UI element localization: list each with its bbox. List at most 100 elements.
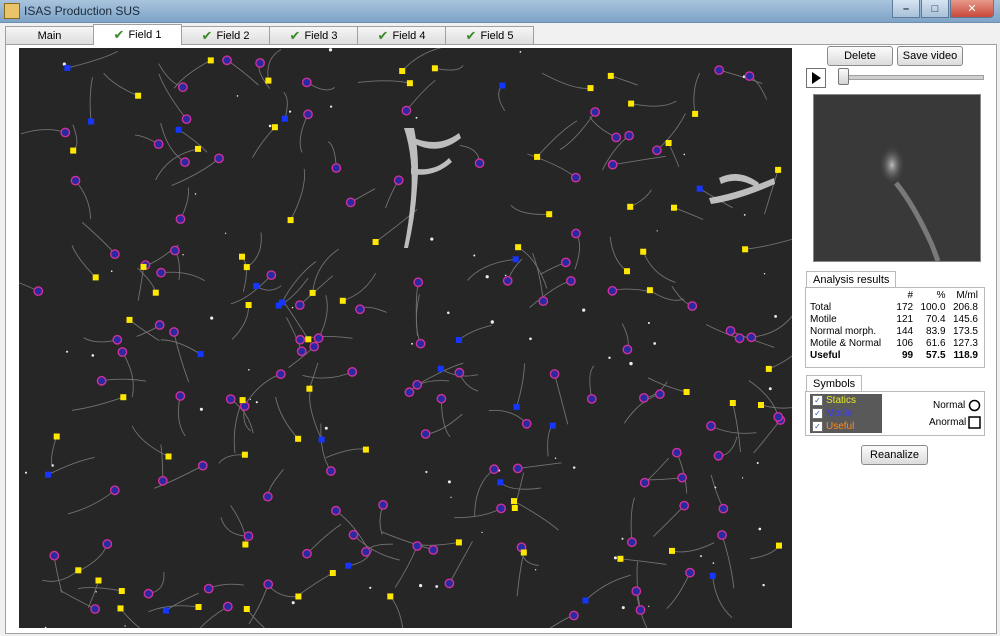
static-cell-marker[interactable] xyxy=(295,593,302,600)
useful-cell-marker[interactable] xyxy=(302,548,312,559)
static-cell-marker[interactable] xyxy=(95,577,102,584)
static-cell-marker[interactable] xyxy=(692,110,699,117)
useful-cell-marker[interactable] xyxy=(412,379,423,390)
static-cell-marker[interactable] xyxy=(195,604,202,610)
useful-cell-marker[interactable] xyxy=(301,77,312,88)
tab-analysis-results[interactable]: Analysis results xyxy=(806,271,897,288)
useful-cell-marker[interactable] xyxy=(157,475,168,486)
useful-cell-marker[interactable] xyxy=(225,394,236,404)
useful-cell-marker[interactable] xyxy=(266,270,277,281)
useful-cell-marker[interactable] xyxy=(222,55,232,66)
useful-cell-marker[interactable] xyxy=(725,325,736,336)
static-cell-marker[interactable] xyxy=(265,77,272,84)
useful-cell-marker[interactable] xyxy=(112,334,123,345)
motile-cell-marker[interactable] xyxy=(549,422,556,429)
static-cell-marker[interactable] xyxy=(765,365,772,372)
useful-cell-marker[interactable] xyxy=(496,503,506,514)
useful-cell-marker[interactable] xyxy=(420,429,431,439)
useful-cell-marker[interactable] xyxy=(404,387,415,398)
useful-cell-marker[interactable] xyxy=(677,472,687,483)
play-button[interactable] xyxy=(806,68,826,88)
static-cell-marker[interactable] xyxy=(239,253,245,260)
useful-cell-marker[interactable] xyxy=(348,529,359,540)
useful-cell-marker[interactable] xyxy=(639,477,650,488)
static-cell-marker[interactable] xyxy=(520,549,527,556)
static-cell-marker[interactable] xyxy=(70,147,77,154)
static-cell-marker[interactable] xyxy=(387,593,394,600)
useful-cell-marker[interactable] xyxy=(706,420,716,431)
useful-cell-marker[interactable] xyxy=(549,369,560,379)
motile-cell-marker[interactable] xyxy=(456,337,462,343)
useful-cell-marker[interactable] xyxy=(331,163,342,173)
useful-cell-marker[interactable] xyxy=(569,610,579,621)
static-cell-marker[interactable] xyxy=(775,166,782,173)
motile-cell-marker[interactable] xyxy=(162,607,169,614)
motile-cell-marker[interactable] xyxy=(45,471,51,478)
useful-cell-marker[interactable] xyxy=(243,531,254,541)
useful-cell-marker[interactable] xyxy=(197,460,208,471)
static-cell-marker[interactable] xyxy=(515,244,522,251)
useful-cell-marker[interactable] xyxy=(428,544,439,555)
static-cell-marker[interactable] xyxy=(431,65,438,72)
useful-cell-marker[interactable] xyxy=(181,114,192,125)
static-cell-marker[interactable] xyxy=(245,302,252,308)
useful-cell-marker[interactable] xyxy=(360,546,371,557)
useful-cell-marker[interactable] xyxy=(239,401,250,412)
useful-cell-marker[interactable] xyxy=(571,228,581,239)
symbol-motile[interactable]: ✓ Motile xyxy=(810,407,882,420)
motile-cell-marker[interactable] xyxy=(696,185,703,192)
tab-field-4[interactable]: ✔ Field 4 xyxy=(357,26,446,45)
useful-cell-marker[interactable] xyxy=(607,159,618,170)
static-cell-marker[interactable] xyxy=(53,433,60,440)
tab-symbols[interactable]: Symbols xyxy=(806,375,863,392)
useful-cell-marker[interactable] xyxy=(744,71,755,82)
useful-cell-marker[interactable] xyxy=(222,601,233,612)
useful-cell-marker[interactable] xyxy=(671,447,682,458)
static-cell-marker[interactable] xyxy=(617,555,624,562)
save-video-button[interactable]: Save video xyxy=(897,46,963,66)
static-cell-marker[interactable] xyxy=(239,397,246,404)
useful-cell-marker[interactable] xyxy=(180,157,190,168)
static-cell-marker[interactable] xyxy=(372,239,379,245)
static-cell-marker[interactable] xyxy=(683,389,690,395)
useful-cell-marker[interactable] xyxy=(296,346,307,357)
motile-cell-marker[interactable] xyxy=(709,572,716,579)
useful-cell-marker[interactable] xyxy=(70,175,81,186)
static-cell-marker[interactable] xyxy=(117,605,124,612)
static-cell-marker[interactable] xyxy=(135,92,142,99)
static-cell-marker[interactable] xyxy=(92,274,99,281)
useful-cell-marker[interactable] xyxy=(679,500,690,511)
useful-cell-marker[interactable] xyxy=(313,333,324,344)
useful-cell-marker[interactable] xyxy=(502,275,513,286)
delete-button[interactable]: Delete xyxy=(827,46,893,66)
useful-cell-marker[interactable] xyxy=(295,334,306,345)
static-cell-marker[interactable] xyxy=(399,68,406,74)
useful-cell-marker[interactable] xyxy=(153,139,164,150)
useful-cell-marker[interactable] xyxy=(177,82,188,93)
motile-cell-marker[interactable] xyxy=(513,403,520,410)
static-cell-marker[interactable] xyxy=(640,248,647,255)
useful-cell-marker[interactable] xyxy=(627,537,637,548)
microscope-field[interactable] xyxy=(19,48,792,628)
static-cell-marker[interactable] xyxy=(511,505,518,511)
useful-cell-marker[interactable] xyxy=(117,347,128,357)
useful-cell-marker[interactable] xyxy=(512,463,523,474)
video-slider-thumb[interactable] xyxy=(838,68,849,85)
static-cell-marker[interactable] xyxy=(118,588,125,594)
useful-cell-marker[interactable] xyxy=(655,389,665,400)
useful-cell-marker[interactable] xyxy=(746,332,757,343)
useful-cell-marker[interactable] xyxy=(635,605,646,615)
useful-cell-marker[interactable] xyxy=(773,411,784,422)
static-cell-marker[interactable] xyxy=(455,539,462,546)
useful-cell-marker[interactable] xyxy=(639,392,649,403)
useful-cell-marker[interactable] xyxy=(415,338,426,349)
close-button[interactable]: ✕ xyxy=(950,0,994,18)
static-cell-marker[interactable] xyxy=(152,289,159,296)
useful-cell-marker[interactable] xyxy=(607,285,618,296)
useful-cell-marker[interactable] xyxy=(169,245,180,256)
motile-cell-marker[interactable] xyxy=(64,64,71,71)
tab-field-1[interactable]: ✔ Field 1 xyxy=(93,24,182,45)
useful-cell-marker[interactable] xyxy=(717,530,727,540)
useful-cell-marker[interactable] xyxy=(60,127,71,138)
checkbox-icon[interactable]: ✓ xyxy=(812,421,823,432)
